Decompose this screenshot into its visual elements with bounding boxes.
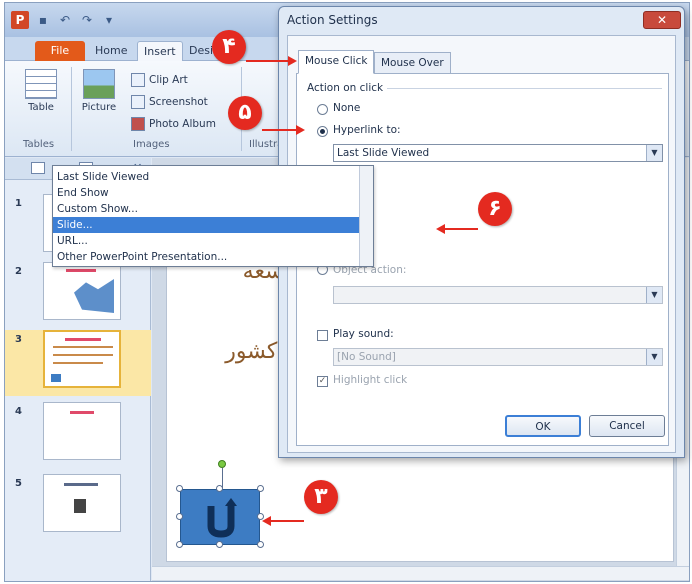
quick-access-toolbar: ▪ ↶ ↷ ▾ (35, 12, 165, 28)
slide-number: 3 (15, 334, 22, 345)
slide-number: 1 (15, 198, 22, 209)
group-label-images: Images (133, 139, 170, 150)
return-icon (207, 498, 237, 538)
clip-art-label: Clip Art (149, 74, 188, 86)
resize-handle[interactable] (216, 541, 223, 548)
slide-number: 2 (15, 266, 22, 277)
save-icon[interactable]: ▪ (35, 12, 51, 28)
radio-none[interactable] (317, 104, 328, 115)
callout-arrow (270, 520, 304, 522)
slide-thumbnail[interactable] (43, 330, 121, 388)
highlight-click-label: Highlight click (333, 374, 408, 386)
dialog-close-button[interactable]: ✕ (643, 11, 681, 29)
screenshot-label: Screenshot (149, 96, 208, 108)
slide-thumbnail-row[interactable]: 4 (5, 402, 151, 468)
play-sound-checkbox[interactable] (317, 330, 328, 341)
slide-thumbnail-row[interactable]: 2 (5, 262, 151, 328)
sound-select-value: [No Sound] (337, 351, 396, 363)
dialog-title: Action Settings (287, 13, 378, 27)
picture-icon (83, 69, 115, 99)
sound-select: [No Sound] ▼ (333, 348, 663, 366)
slides-tab-icon[interactable] (31, 162, 45, 174)
hyperlink-select-value: Last Slide Viewed (337, 147, 430, 159)
callout-arrow (246, 60, 290, 62)
picture-button[interactable]: Picture (77, 69, 121, 131)
photo-album-button[interactable]: Photo Album (129, 115, 216, 133)
radio-hyperlink-label: Hyperlink to: (333, 124, 401, 136)
redo-icon[interactable]: ↷ (79, 12, 95, 28)
horizontal-scrollbar[interactable] (152, 566, 689, 580)
tab-home[interactable]: Home (89, 41, 133, 61)
callout-badge: ۵ (228, 96, 262, 130)
tab-file[interactable]: File (35, 41, 85, 61)
dropdown-scrollbar[interactable] (359, 166, 373, 266)
object-action-select: ▼ (333, 286, 663, 304)
action-button-shape[interactable] (180, 489, 260, 545)
callout-badge: ۴ (212, 30, 246, 64)
group-border (387, 88, 662, 89)
callout-badge: ۶ (478, 192, 512, 226)
photo-album-label: Photo Album (149, 118, 216, 130)
callout-arrow (262, 129, 298, 131)
cancel-button[interactable]: Cancel (589, 415, 665, 437)
picture-button-label: Picture (81, 102, 117, 113)
arrow-head-icon (436, 224, 445, 234)
resize-handle[interactable] (257, 485, 264, 492)
photo-album-icon (131, 117, 145, 131)
resize-handle[interactable] (176, 513, 183, 520)
rotate-handle[interactable] (218, 460, 226, 468)
dropdown-item-selected[interactable]: Slide... (53, 217, 359, 233)
resize-handle[interactable] (216, 485, 223, 492)
table-button[interactable]: Table (19, 69, 63, 131)
slide-thumbnail-row-selected[interactable]: 3 (5, 330, 151, 396)
ok-button[interactable]: OK (505, 415, 581, 437)
dropdown-item[interactable]: Last Slide Viewed (53, 169, 359, 185)
group-label-tables: Tables (23, 139, 55, 150)
radio-hyperlink[interactable] (317, 126, 328, 137)
callout-arrow (444, 228, 478, 230)
dropdown-item[interactable]: URL... (53, 233, 359, 249)
rotate-handle-stem (222, 468, 223, 488)
chevron-down-icon: ▼ (646, 349, 662, 365)
powerpoint-logo-icon: P (11, 11, 29, 29)
dropdown-item[interactable]: End Show (53, 185, 359, 201)
slide-thumbnail-row[interactable]: 5 (5, 474, 151, 540)
slide-thumbnail[interactable] (43, 402, 121, 460)
tab-mouse-over[interactable]: Mouse Over (374, 52, 451, 74)
chevron-down-icon: ▼ (646, 287, 662, 303)
resize-handle[interactable] (176, 541, 183, 548)
slide-number: 5 (15, 478, 22, 489)
customize-toolbar-icon[interactable]: ▾ (101, 12, 117, 28)
play-sound-label: Play sound: (333, 328, 394, 340)
arrow-head-icon (262, 516, 271, 526)
tab-insert[interactable]: Insert (137, 41, 183, 61)
table-button-label: Table (28, 102, 54, 113)
action-on-click-label: Action on click (307, 82, 384, 94)
callout-badge: ۳ (304, 480, 338, 514)
radio-none-label: None (333, 102, 361, 114)
hyperlink-select[interactable]: Last Slide Viewed ▼ (333, 144, 663, 162)
clip-art-icon (131, 73, 145, 87)
slide-number: 4 (15, 406, 22, 417)
arrow-head-icon (288, 56, 297, 66)
resize-handle[interactable] (176, 485, 183, 492)
chevron-down-icon[interactable]: ▼ (646, 145, 662, 161)
screenshot-icon (131, 95, 145, 109)
slide-thumbnail[interactable] (43, 474, 121, 532)
resize-handle[interactable] (257, 541, 264, 548)
clip-art-button[interactable]: Clip Art (129, 71, 188, 89)
table-icon (25, 69, 57, 99)
tab-mouse-click[interactable]: Mouse Click (298, 50, 375, 74)
highlight-click-checkbox: ✓ (317, 376, 328, 387)
hyperlink-dropdown-list: Last Slide Viewed End Show Custom Show..… (52, 165, 374, 267)
undo-icon[interactable]: ↶ (57, 12, 73, 28)
dropdown-item[interactable]: Custom Show... (53, 201, 359, 217)
arrow-head-icon (296, 125, 305, 135)
dropdown-item[interactable]: Other PowerPoint Presentation... (53, 249, 359, 265)
slide-thumbnail[interactable] (43, 262, 121, 320)
screenshot-button[interactable]: Screenshot (129, 93, 208, 111)
group-separator (71, 67, 72, 151)
